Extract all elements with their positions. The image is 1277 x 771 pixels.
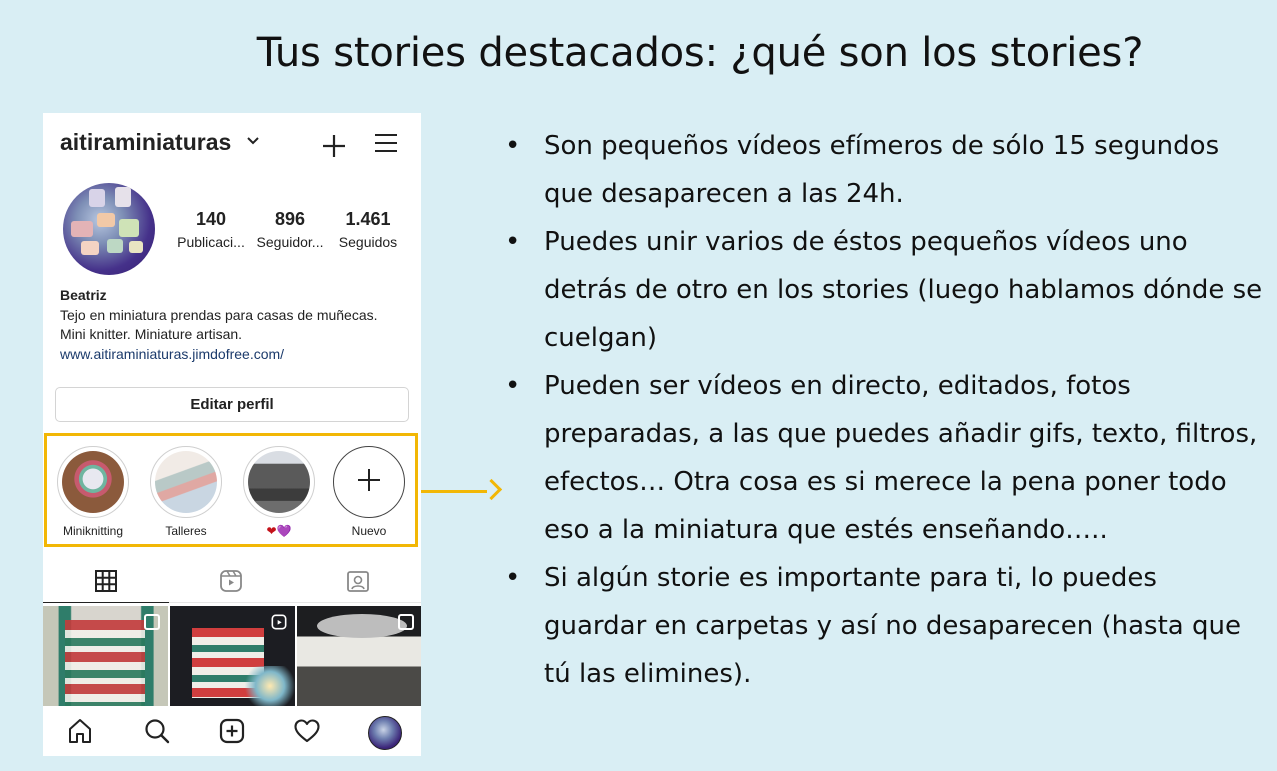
tab-reels[interactable]	[169, 559, 295, 603]
stat-posts[interactable]: 140 Publicaci...	[169, 209, 253, 250]
stat-followers[interactable]: 896 Seguidor...	[253, 209, 327, 250]
highlight-cover	[248, 451, 310, 513]
profile-bio: Beatriz Tejo en miniatura prendas para c…	[60, 286, 410, 364]
reels-icon	[271, 614, 287, 630]
username[interactable]: aitiraminiaturas	[60, 129, 231, 156]
pointer-arrow-head	[480, 478, 503, 501]
profile-header: aitiraminiaturas	[60, 129, 407, 159]
profile-avatar[interactable]	[368, 716, 402, 750]
story-highlights: Miniknitting Talleres ❤💜 Nuevo	[44, 433, 418, 547]
bio-line: Tejo en miniatura prendas para casas de …	[60, 306, 378, 323]
post-thumbnail[interactable]	[43, 606, 168, 706]
bullet-item: Pueden ser vídeos en directo, editados, …	[505, 362, 1265, 554]
grid-icon	[95, 570, 117, 592]
highlight-label: ❤💜	[266, 524, 292, 538]
highlight-miniknitting[interactable]: Miniknitting	[53, 446, 133, 538]
tab-tagged[interactable]	[295, 559, 421, 603]
bottom-navigation	[43, 709, 421, 756]
divider	[169, 602, 421, 603]
heart-icon	[294, 719, 320, 743]
nav-search[interactable]	[143, 717, 173, 747]
edit-profile-button[interactable]: Editar perfil	[55, 387, 409, 422]
highlight-label: Nuevo	[351, 524, 387, 538]
bio-link[interactable]: www.aitiraminiaturas.jimdofree.com/	[60, 345, 410, 365]
nav-activity[interactable]	[293, 717, 323, 747]
pointer-arrow	[421, 490, 487, 493]
plus-icon[interactable]	[321, 123, 347, 167]
instagram-profile-screenshot: aitiraminiaturas 140 Publicaci... 896 Se…	[43, 113, 421, 756]
highlight-cover	[155, 451, 217, 513]
add-post-icon	[219, 718, 245, 744]
bio-line: Mini knitter. Miniature artisan.	[60, 326, 243, 342]
highlight-label: Talleres	[165, 524, 207, 538]
posts-grid	[43, 606, 421, 706]
search-icon	[145, 719, 170, 744]
bullet-list: Son pequeños vídeos efímeros de sólo 15 …	[505, 122, 1265, 698]
highlight-label: Miniknitting	[62, 524, 124, 538]
hamburger-menu-icon[interactable]	[375, 134, 397, 152]
slide-title: Tus stories destacados: ¿qué son los sto…	[256, 30, 1144, 76]
active-tab-indicator	[43, 602, 169, 603]
nav-create[interactable]	[218, 717, 248, 747]
highlight-hearts[interactable]: ❤💜	[239, 446, 319, 538]
post-thumbnail[interactable]	[170, 606, 295, 706]
post-thumbnail[interactable]	[297, 606, 421, 706]
reels-icon	[220, 570, 242, 592]
avatar[interactable]	[63, 183, 155, 275]
highlight-talleres[interactable]: Talleres	[146, 446, 226, 538]
home-icon	[69, 719, 91, 743]
bullet-item: Puedes unir varios de éstos pequeños víd…	[505, 218, 1265, 362]
multiple-photos-icon	[398, 614, 414, 630]
new-highlight-button[interactable]: Nuevo	[329, 446, 409, 538]
tab-posts-grid[interactable]	[43, 559, 169, 603]
nav-home[interactable]	[66, 717, 96, 747]
bullet-item: Son pequeños vídeos efímeros de sólo 15 …	[505, 122, 1265, 218]
bio-name: Beatriz	[60, 287, 107, 303]
chevron-down-icon[interactable]	[246, 131, 260, 152]
profile-tabs	[43, 559, 421, 603]
multiple-photos-icon	[144, 614, 160, 630]
bullet-item: Si algún storie es importante para ti, l…	[505, 554, 1265, 698]
plus-icon	[334, 447, 404, 514]
highlight-cover	[62, 451, 124, 513]
tagged-user-icon	[347, 571, 369, 592]
stat-following[interactable]: 1.461 Seguidos	[333, 209, 403, 250]
